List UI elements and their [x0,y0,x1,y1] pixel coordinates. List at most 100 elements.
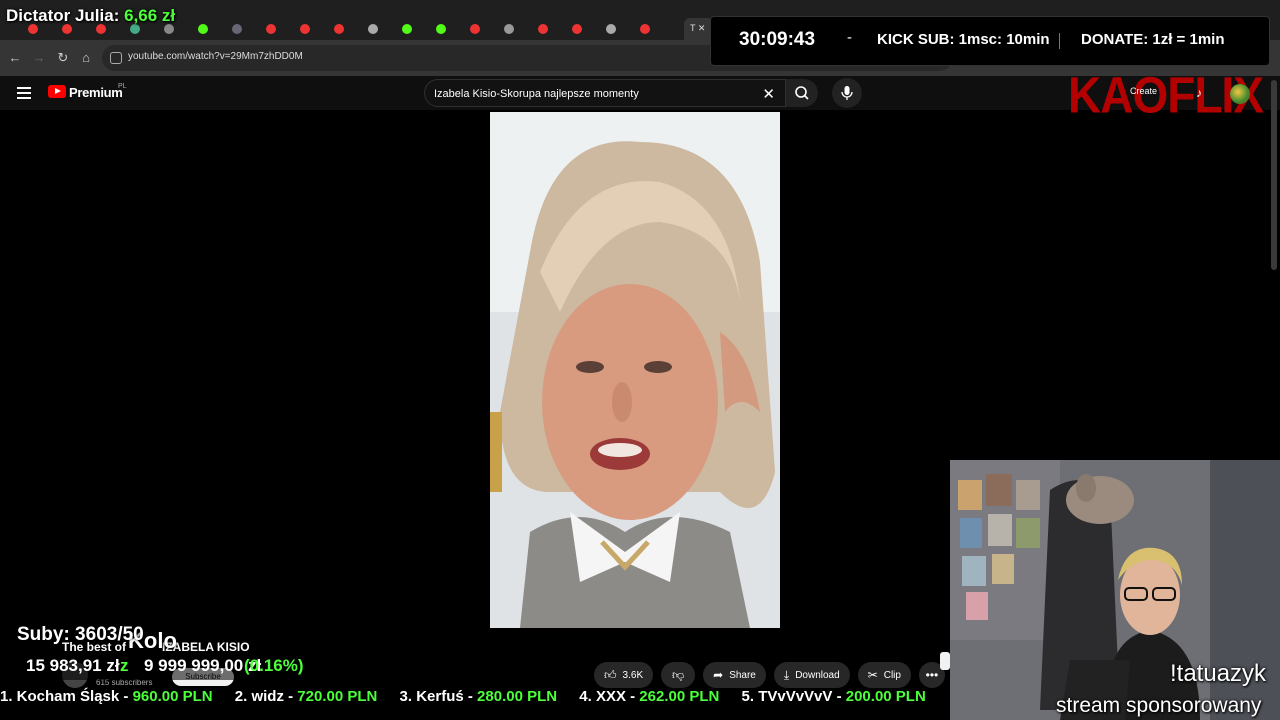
kick-sub-rate: KICK SUB: 1msc: 10min [877,31,1050,48]
youtube-favicon-icon [538,24,548,34]
home-icon[interactable]: ⌂ [78,50,94,66]
forward-arrow-icon[interactable]: → [31,50,47,66]
ticker-amount: 720.00 PLN [297,688,378,705]
url-text: youtube.com/watch?v=29Mm7zhDD0M [128,51,303,62]
video-player[interactable] [490,112,780,628]
subathon-timer: 30:09:43 [739,29,816,50]
tab[interactable] [300,22,330,36]
thumbs-up-icon: 👍︎ [604,667,617,682]
tab[interactable] [436,22,466,36]
like-button[interactable]: 👍︎ 3.6K [594,662,654,688]
ticker-item: 3. Kerfuś - 280.00 PLN [400,688,558,705]
video-actions: 👍︎ 3.6K 👎︎ ➦ Share ⤓ Download ✂ Clip ••• [594,662,945,688]
voice-search-button[interactable] [832,78,862,108]
reload-icon[interactable]: ↻ [55,50,71,66]
tiktok-favicon-icon [368,24,378,34]
tab[interactable] [572,22,602,36]
account-avatar[interactable] [1230,84,1250,104]
tab[interactable] [470,22,500,36]
dictator-overlay: Dictator Julia: 6,66 zł [6,6,175,26]
share-button[interactable]: ➦ Share [703,662,766,688]
tab[interactable] [368,22,398,36]
tab[interactable] [232,22,262,36]
timer-sign: - [847,29,852,46]
ticker-amount: 280.00 PLN [477,688,558,705]
globe-favicon-icon [232,24,242,34]
download-label: Download [795,669,840,681]
dictator-label: Dictator Julia: [6,6,120,25]
subathon-counter-panel: 30:09:43 - KICK SUB: 1msc: 10min DONATE:… [710,16,1270,66]
tab[interactable] [402,22,432,36]
back-arrow-icon[interactable]: ← [7,50,23,66]
ticker-amount: 200.00 PLN [845,688,926,705]
ticker-item: 2. widz - 720.00 PLN [235,688,378,705]
ticker-name: 2. widz - [234,688,294,705]
sponsor-overlay: stream sponsorowany [1056,694,1262,717]
ticker-amount: 960.00 PLN [132,688,213,705]
ticker-name: 4. XXX - [579,688,636,705]
create-button[interactable]: Create [1130,86,1157,96]
side-button[interactable] [940,652,950,670]
youtube-favicon-icon [572,24,582,34]
ticker-name: 3. Kerfuś - [399,688,473,705]
ticker-amount: 262.00 PLN [639,688,720,705]
kick-favicon-icon [198,24,208,34]
kick-favicon-icon [436,24,446,34]
tab-active-label: T [690,23,696,33]
tab[interactable] [198,22,228,36]
dislike-button[interactable]: 👎︎ [661,662,696,688]
subs-counter: Suby: 3603/50 [17,624,144,645]
globe-favicon-icon [504,24,514,34]
notifications-bell-icon[interactable]: ♪ [1196,86,1202,100]
goal-percentage: (0.16%) [244,656,304,675]
divider [1059,33,1060,49]
page-scrollbar[interactable] [1271,80,1277,270]
tab[interactable] [640,22,670,36]
command-overlay: !tatuazyk [1170,660,1267,687]
search-icon [795,86,809,100]
youtube-logo-icon[interactable] [48,85,66,98]
scissors-icon: ✂ [867,668,878,682]
microphone-icon [841,86,853,100]
region-label: PL [118,83,127,90]
youtube-favicon-icon [300,24,310,34]
search-value: Izabela Kisio-Skorupa najlepsze momenty [434,88,639,100]
youtube-favicon-icon [334,24,344,34]
tab[interactable] [504,22,534,36]
ticker-name: 1. Kocham Śląsk - [0,688,129,705]
clip-button[interactable]: ✂ Clip [857,662,911,688]
clear-search-icon[interactable]: ✕ [762,85,775,103]
donation-ticker: 1. Kocham Śląsk - 960.00 PLN 2. widz - 7… [0,688,950,710]
youtube-favicon-icon [266,24,276,34]
more-dots-icon: ••• [925,668,939,682]
tab[interactable] [266,22,296,36]
tab[interactable] [334,22,364,36]
goal-of-label: z [120,656,129,675]
hamburger-menu-icon[interactable] [17,87,31,99]
ticker-item: 1. Kocham Śląsk - 960.00 PLN [0,688,213,705]
ticker-item: 5. TVvVvVvV - 200.00 PLN [742,688,926,705]
search-input[interactable]: Izabela Kisio-Skorupa najlepsze momenty … [424,79,786,107]
clip-label: Clip [883,669,901,681]
like-count: 3.6K [622,669,644,681]
download-button[interactable]: ⤓ Download [773,662,850,688]
youtube-premium-label[interactable]: Premium [69,85,123,100]
video-frame-image [490,112,780,628]
tab[interactable] [606,22,636,36]
share-arrow-icon: ➦ [713,668,724,682]
download-icon: ⤓ [783,667,790,682]
youtube-favicon-icon [640,24,650,34]
thumbs-down-icon: 👎︎ [672,667,685,682]
goal-current-amount: 15 983,91 zł [26,656,120,675]
donate-rate: DONATE: 1zł = 1min [1081,31,1225,48]
share-label: Share [729,669,756,681]
search-button[interactable] [786,79,818,107]
dictator-amount: 6,66 zł [124,6,176,25]
site-info-icon[interactable] [110,52,122,64]
youtube-favicon-icon [470,24,480,34]
kick-favicon-icon [402,24,412,34]
ticker-item: 4. XXX - 262.00 PLN [579,688,719,705]
youtube-header: Premium PL Izabela Kisio-Skorupa najleps… [0,66,1280,124]
ticker-name: 5. TVvVvVvV - [741,688,842,705]
tab[interactable] [538,22,568,36]
